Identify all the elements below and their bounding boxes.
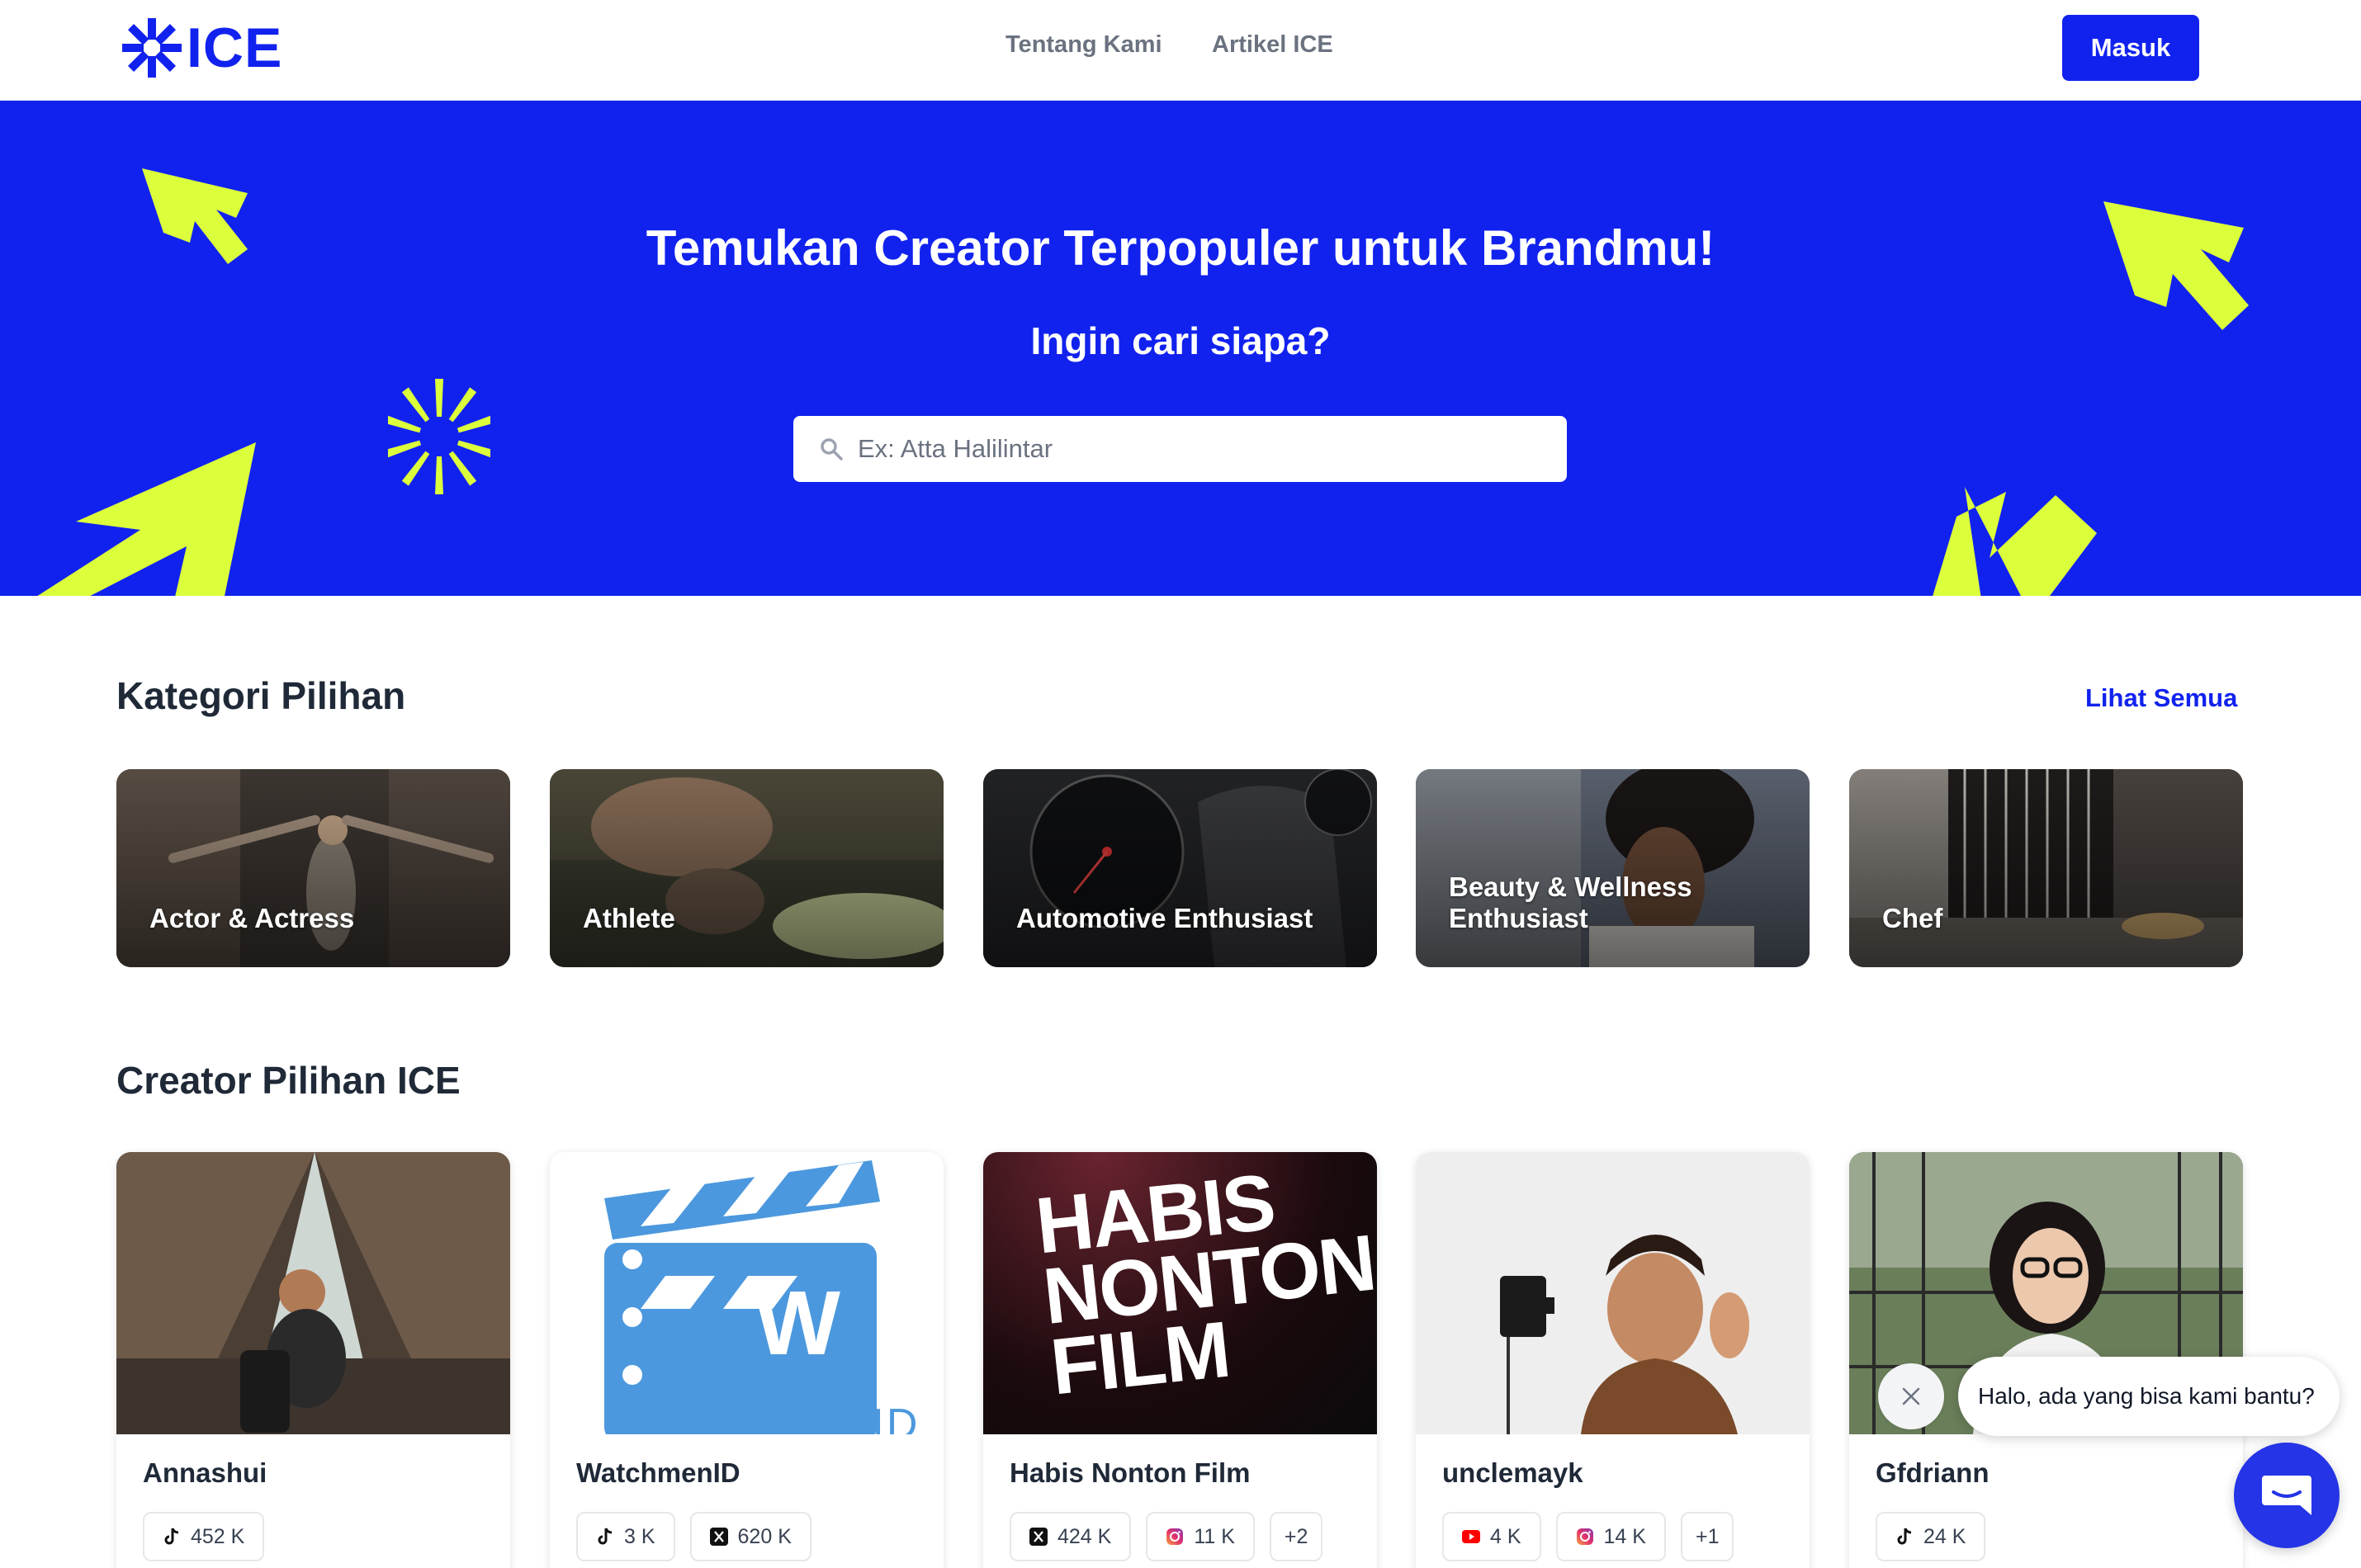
creator-logo-image: W WATCHMENID [550,1152,944,1434]
stat-tiktok: 3 K [576,1512,675,1561]
youtube-icon [1462,1528,1480,1546]
search-icon [815,432,848,465]
category-card-beauty[interactable]: Beauty & Wellness Enthusiast [1416,769,1810,967]
tiktok-icon [1895,1528,1914,1546]
stat-value: 620 K [737,1524,792,1548]
creator-name: Habis Nonton Film [1010,1457,1251,1488]
categories-title: Kategori Pilihan [116,674,406,717]
chat-launcher-button[interactable] [2234,1443,2340,1548]
creator-stats: 3 K 620 K [576,1512,811,1561]
category-label: Beauty & Wellness Enthusiast [1449,871,1692,933]
chat-icon [2262,1476,2311,1515]
x-icon [709,1528,728,1546]
starburst-decoration-icon [388,379,490,494]
svg-text:W: W [755,1273,840,1374]
snowflake-logo-icon [122,18,182,78]
watchmen-logo-text: WATCHMENID [604,1400,920,1434]
stat-youtube: 4 K [1442,1512,1541,1561]
creator-photo [116,1152,510,1434]
search-input[interactable] [858,434,1535,464]
creators-title: Creator Pilihan ICE [116,1059,461,1102]
x-icon [1029,1528,1048,1546]
category-label: Athlete [583,903,675,933]
arrow-decoration-icon [1933,487,2097,596]
stat-more-count: +1 [1695,1524,1720,1548]
creator-logo-image: HABIS NONTON FILM [983,1152,1377,1434]
top-navbar: ICE Tentang Kami Artikel ICE Masuk [0,0,2361,101]
hero-subtitle: Ingin cari siapa? [1030,319,1331,362]
stat-instagram: 11 K [1146,1512,1255,1561]
chat-dismiss-button[interactable] [1878,1363,1944,1429]
logo-text: ICE [187,17,283,79]
creator-card-watchmenid[interactable]: W WATCHMENID WatchmenID 3 K 620 K [550,1152,944,1568]
instagram-icon [1166,1528,1184,1546]
creator-stats: 452 K [143,1512,265,1561]
hero-title: Temukan Creator Terpopuler untuk Brandmu… [646,220,1715,276]
creator-stats: 424 K 11 K +2 [1010,1512,1323,1561]
creator-card-unclemayk[interactable]: unclemayk 4 K 14 K +1 [1416,1152,1810,1568]
stat-value: 4 K [1490,1524,1521,1548]
stat-value: 14 K [1603,1524,1646,1548]
category-label: Actor & Actress [149,903,355,933]
stat-value: 424 K [1057,1524,1112,1548]
stat-instagram: 14 K [1555,1512,1666,1561]
category-label: Chef [1882,903,1943,933]
creator-card-habis-nonton-film[interactable]: HABIS NONTON FILM Habis Nonton Film 424 … [983,1152,1377,1568]
creator-stats: 24 K [1876,1512,1986,1561]
instagram-icon [1576,1528,1594,1546]
creator-stats: 4 K 14 K +1 [1442,1512,1734,1561]
creator-photo [1416,1152,1810,1434]
creator-name: Annashui [143,1457,267,1488]
creator-name: WatchmenID [576,1457,740,1488]
nav-artikel-ice[interactable]: Artikel ICE [1212,31,1333,59]
tiktok-icon [163,1528,181,1546]
hero-banner: Temukan Creator Terpopuler untuk Brandmu… [0,101,2361,596]
stat-more[interactable]: +2 [1269,1512,1323,1561]
creator-name: Gfdriann [1876,1457,1990,1488]
category-label: Automotive Enthusiast [1016,903,1313,933]
stat-more-count: +2 [1284,1524,1308,1548]
chat-greeting-bubble[interactable]: Halo, ada yang bisa kami bantu? [1958,1357,2340,1436]
stat-x: 620 K [689,1512,811,1561]
stat-value: 24 K [1923,1524,1966,1548]
arrow-decoration-icon [37,442,256,596]
stat-value: 3 K [624,1524,655,1548]
stat-tiktok: 24 K [1876,1512,1986,1561]
stat-more[interactable]: +1 [1680,1512,1734,1561]
stat-value: 452 K [191,1524,245,1548]
close-icon [1902,1387,1920,1405]
creator-search[interactable] [793,416,1567,482]
tiktok-icon [596,1528,614,1546]
stat-value: 11 K [1194,1524,1235,1548]
category-card-athlete[interactable]: Athlete [550,769,944,967]
category-card-automotive[interactable]: Automotive Enthusiast [983,769,1377,967]
stat-x: 424 K [1010,1512,1132,1561]
category-card-chef[interactable]: Chef [1849,769,2243,967]
stat-tiktok: 452 K [143,1512,265,1561]
category-card-actor[interactable]: Actor & Actress [116,769,510,967]
creator-name: unclemayk [1442,1457,1583,1488]
creator-card-annashui[interactable]: Annashui 452 K [116,1152,510,1568]
chat-message: Halo, ada yang bisa kami bantu? [1978,1383,2315,1409]
see-all-link[interactable]: Lihat Semua [2085,683,2237,713]
ice-logo[interactable]: ICE [122,15,282,81]
login-button[interactable]: Masuk [2062,15,2199,81]
nav-tentang-kami[interactable]: Tentang Kami [1005,31,1162,59]
